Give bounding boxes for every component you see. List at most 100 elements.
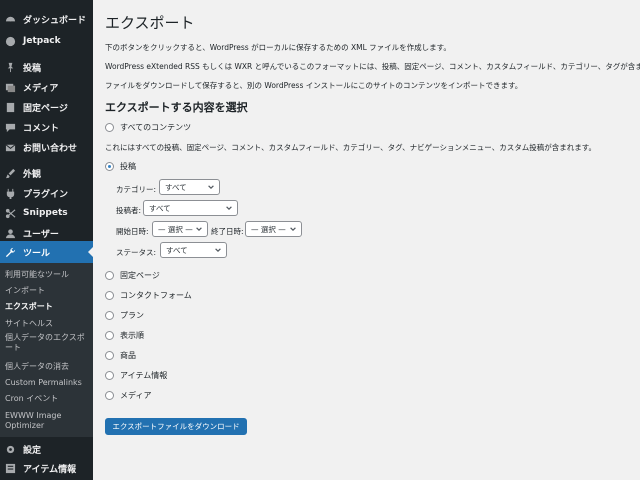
submenu-item[interactable]: エクスポート [5, 302, 91, 312]
sidebar-item[interactable]: ユーザー [0, 226, 93, 240]
media-icon [4, 81, 17, 94]
sidebar-item-label: 設定 [23, 445, 42, 456]
submenu-item[interactable]: Cron イベント [5, 394, 91, 404]
sidebar-item[interactable]: コメント [0, 120, 93, 134]
radio-export-option[interactable]: 商品 [105, 350, 136, 361]
sidebar-item[interactable]: アイテム情報 [0, 461, 93, 475]
submenu-item[interactable]: サイトヘルス [5, 319, 91, 329]
radio-button[interactable] [105, 391, 114, 400]
chevron-down-icon [208, 185, 214, 190]
chevron-down-icon [196, 227, 202, 232]
radio-button[interactable] [105, 351, 114, 360]
submenu-item[interactable]: インポート [5, 286, 91, 296]
radio-button[interactable] [105, 123, 114, 132]
sidebar-item-label: 固定ページ [23, 103, 68, 114]
chevron-down-icon [226, 206, 232, 211]
select-value: すべて [165, 182, 187, 192]
select-value: — 選択 — [158, 224, 193, 234]
submenu-item[interactable]: EWWW Image Optimizer [5, 411, 91, 431]
sidebar-item[interactable]: プラグイン [0, 186, 93, 200]
radio-button[interactable] [105, 271, 114, 280]
status-label: ステータス: [116, 248, 157, 257]
sidebar-item[interactable]: ツール [0, 241, 93, 263]
jetpack-icon [4, 35, 17, 48]
sidebar-item-label: ダッシュボード [23, 15, 87, 26]
sidebar-item-label: アイテム情報 [23, 464, 77, 475]
sidebar-item[interactable]: Snippets [0, 206, 93, 220]
sidebar-item[interactable]: Jetpack [0, 34, 93, 48]
radio-label: メディア [120, 391, 152, 400]
submenu-item[interactable]: 利用可能なツール [5, 270, 91, 280]
sidebar-item[interactable]: お問い合わせ [0, 140, 93, 154]
mail-icon [4, 141, 17, 154]
sidebar-item[interactable]: 固定ページ [0, 100, 93, 114]
author-select[interactable]: すべて [143, 200, 238, 216]
sidebar-item-label: お問い合わせ [23, 143, 78, 154]
category-label: カテゴリー: [116, 185, 157, 194]
comment-icon [4, 121, 17, 134]
sidebar-item-label: コメント [23, 123, 60, 134]
plugin-icon [4, 187, 17, 200]
radio-label: 商品 [120, 351, 136, 360]
pin-icon [4, 61, 17, 74]
radio-button[interactable] [105, 291, 114, 300]
radio-button[interactable] [105, 162, 114, 171]
radio-button[interactable] [105, 331, 114, 340]
admin-sidebar: 利用可能なツール インポートエクスポート サイトヘルス個人データのエクスポート個人デ… [0, 0, 93, 480]
category-select[interactable]: すべて [159, 179, 220, 195]
select-value: — 選択 — [251, 224, 286, 234]
radio-label: 投稿 [120, 162, 136, 171]
select-value: すべて [166, 245, 188, 255]
radio-label: すべてのコンテンツ [120, 123, 192, 132]
submenu-item[interactable]: Custom Permalinks [5, 378, 91, 388]
sidebar-item[interactable]: 外観 [0, 166, 93, 180]
snippets-icon [4, 207, 17, 220]
end-date-label: 終了日時: [211, 227, 244, 236]
select-value: すべて [149, 203, 171, 213]
start-date-label: 開始日時: [116, 227, 149, 236]
sidebar-item-label: メディア [23, 83, 59, 94]
sidebar-item[interactable]: 設定 [0, 442, 93, 456]
radio-label: アイテム情報 [120, 371, 168, 380]
status-select[interactable]: すべて [160, 242, 227, 258]
sidebar-item-label: ユーザー [23, 229, 59, 240]
description-line-1: 下のボタンをクリックすると、WordPress がローカルに保存するための XM… [105, 43, 451, 52]
brush-icon [4, 167, 17, 180]
radio-posts[interactable]: 投稿 [105, 161, 136, 172]
sidebar-item-label: Snippets [23, 208, 68, 218]
radio-export-option[interactable]: メディア [105, 390, 151, 401]
radio-export-option[interactable]: コンタクトフォーム [105, 290, 192, 301]
sidebar-item-label: Jetpack [23, 36, 61, 46]
main-content: エクスポート 下のボタンをクリックすると、WordPress がローカルに保存す… [93, 0, 640, 480]
chevron-down-icon [215, 248, 221, 253]
description-line-3: ファイルをダウンロードして保存すると、別の WordPress インストールにこ… [105, 81, 523, 90]
radio-label: コンタクトフォーム [120, 291, 192, 300]
radio-export-option[interactable]: 表示順 [105, 330, 144, 341]
page-title: エクスポート [105, 14, 195, 32]
radio-button[interactable] [105, 371, 114, 380]
user-icon [4, 227, 17, 240]
radio-export-option[interactable]: 固定ページ [105, 270, 160, 281]
author-label: 投稿者: [116, 206, 142, 215]
wrench-icon [4, 246, 17, 259]
download-export-button[interactable]: エクスポートファイルをダウンロード [105, 418, 247, 435]
sidebar-item-label: ツール [23, 248, 51, 259]
dashboard-icon [4, 13, 17, 26]
settings-icon [4, 443, 17, 456]
radio-export-option[interactable]: アイテム情報 [105, 370, 167, 381]
sidebar-item-label: 外観 [23, 169, 42, 180]
radio-label: 固定ページ [120, 271, 160, 280]
all-content-note: これにはすべての投稿、固定ページ、コメント、カスタムフィールド、カテゴリー、タグ… [105, 143, 596, 152]
radio-all-content[interactable]: すべてのコンテンツ [105, 122, 191, 133]
page-icon [4, 101, 17, 114]
radio-export-option[interactable]: プラン [105, 310, 144, 321]
submenu-item[interactable]: 個人データのエクスポート [5, 333, 91, 353]
radio-button[interactable] [105, 311, 114, 320]
sidebar-item[interactable]: メディア [0, 80, 93, 94]
start-date-select[interactable]: — 選択 — [152, 221, 208, 237]
sidebar-item[interactable]: 投稿 [0, 60, 93, 74]
end-date-select[interactable]: — 選択 — [245, 221, 302, 237]
sidebar-item[interactable]: ダッシュボード [0, 12, 93, 26]
radio-label: 表示順 [120, 331, 144, 340]
submenu-item[interactable]: 個人データの消去 [5, 362, 91, 372]
